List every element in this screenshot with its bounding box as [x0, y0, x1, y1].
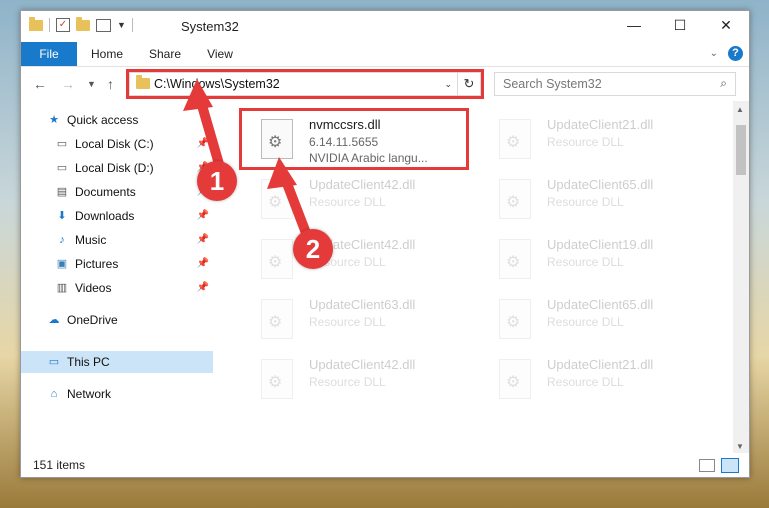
step-2-badge: 2	[293, 229, 333, 269]
arrow-2	[267, 157, 311, 238]
annotation-arrows	[183, 79, 311, 238]
arrow-1	[183, 79, 226, 176]
step-1-badge: 1	[197, 161, 237, 201]
file-explorer-window: ✓ ▼ System32 — ☐ ✕ File Home Share View …	[20, 10, 750, 478]
